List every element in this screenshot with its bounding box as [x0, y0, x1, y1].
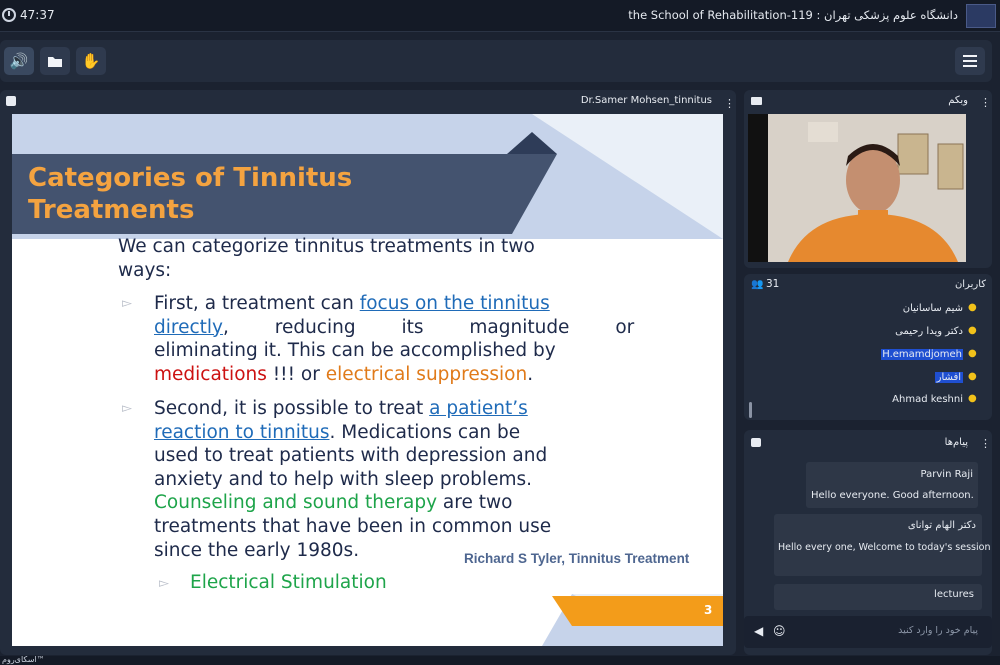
presentation-options-icon[interactable]: ⋮ [724, 97, 735, 110]
raise-hand-icon: ✋ [81, 52, 101, 70]
slide-heading-line: Treatments [28, 195, 195, 225]
slide-link: directly [154, 316, 223, 338]
bullet-text: !!! or [266, 363, 326, 385]
send-icon[interactable]: ◀ [754, 624, 763, 638]
message-sender: دکتر الهام توانای [907, 520, 976, 531]
message-text: Hello every one, Welcome to today's sess… [778, 542, 991, 553]
bullet-text: , reducing its magnitude or [222, 316, 635, 338]
menu-button[interactable] [955, 47, 985, 75]
message-bubble: Parvin Raji Hello everyone. Good afterno… [806, 462, 978, 508]
footer-bar [0, 656, 1000, 665]
room-title: the School of Rehabilitation-119 : دانشگ… [628, 8, 958, 22]
slide-bullet-2: Second, it is possible to treat a patien… [154, 397, 596, 562]
bullet-text: anxiety and to help with sleep problems. [154, 468, 532, 490]
raise-hand-button[interactable]: ✋ [76, 47, 106, 75]
message-text: lectures [934, 589, 974, 600]
user-row[interactable]: H.emamdjomeh ● [881, 344, 978, 364]
presentation-lock-icon [6, 96, 16, 106]
users-title: کاربران [954, 279, 986, 290]
intro-line: ways: [118, 259, 172, 281]
user-icon: ● [968, 302, 977, 313]
webcam-video [748, 114, 966, 262]
bullet-text: . [527, 363, 534, 385]
slide-link: a patient’s [429, 398, 528, 419]
highlight-orange-text: electrical suppression [325, 363, 528, 385]
messages-options-icon[interactable]: ⋮ [980, 437, 991, 450]
speaker-button[interactable]: 🔊 [4, 47, 34, 75]
chat-icon [751, 438, 761, 447]
camera-icon [751, 97, 762, 105]
slide-heading-line: Categories of Tinnitus [28, 163, 353, 193]
slide-link: focus on the tinnitus [359, 293, 550, 314]
sub-bullet: Electrical Stimulation [190, 572, 387, 593]
message-bubble: دکتر الهام توانای Hello every one, Welco… [774, 514, 990, 576]
toolbar [0, 40, 992, 82]
speaker-icon: 🔊 [9, 52, 29, 70]
message-bubble: lectures [774, 584, 982, 610]
bullet-arrow-icon: ▻ [122, 401, 132, 416]
slide-link: reaction to tinnitus [154, 421, 330, 443]
user-row[interactable]: Ahmad keshni ● [892, 389, 978, 409]
slide-page-number: 3 [704, 603, 713, 617]
messages-title: پیام‌ها [944, 437, 968, 448]
message-text: Hello everyone. Good afternoon. [811, 490, 974, 501]
users-count: 31 [766, 278, 780, 290]
clock-icon [2, 8, 16, 22]
bullet-text: eliminating it. This can be accomplished… [154, 340, 556, 362]
hamburger-menu-icon [963, 55, 977, 67]
user-row[interactable]: دکتر ویدا رحیمی ● [895, 321, 978, 341]
message-input[interactable]: پیام خود را وارد کنید [898, 625, 978, 636]
bullet-arrow-icon: ▻ [159, 576, 169, 591]
university-logo [966, 4, 996, 28]
presentation-title: Dr.Samer Mohsen_tinnitus [580, 95, 712, 106]
users-icon: 👥 [751, 279, 764, 290]
user-name: H.emamdjomeh [881, 348, 963, 360]
user-icon: ● [968, 325, 977, 336]
slide-heading: Categories of Tinnitus Treatments [28, 162, 352, 226]
slide-bullet-1: First, a treatment can focus on the tinn… [154, 292, 634, 386]
slide-intro: We can categorize tinnitus treatments in… [118, 235, 598, 282]
bullet-text: . Medications can be [329, 421, 521, 443]
bullet-text: treatments that have been in common use [154, 515, 552, 537]
webcam-title: وبکم [948, 95, 968, 106]
user-icon: ● [968, 393, 977, 404]
bullet-text: used to treat patients with depression a… [154, 445, 548, 467]
bullet-text: First, a treatment can [154, 293, 360, 314]
user-name: شیم ساسانیان [902, 302, 963, 314]
bullet-text: are two [437, 492, 513, 514]
webcam-options-icon[interactable]: ⋮ [980, 96, 991, 109]
folder-icon [48, 57, 62, 67]
highlight-red-text: medications [154, 363, 267, 385]
slide-citation: Richard S Tyler, Tinnitus Treatment [464, 551, 690, 566]
files-button[interactable] [40, 47, 70, 75]
footer-brand: اسکای‌روم™ [2, 655, 45, 664]
user-icon: ● [968, 348, 977, 359]
user-row[interactable]: افشار ● [934, 367, 978, 387]
user-row[interactable]: شیم ساسانیان ● [903, 298, 978, 318]
highlight-green-text: Counseling and sound therapy [154, 492, 438, 514]
session-timer: 47:37 [20, 8, 55, 22]
message-sender: Parvin Raji [920, 469, 973, 480]
users-scrollbar[interactable] [749, 402, 752, 418]
webcam-person-image [748, 114, 966, 262]
intro-line: We can categorize tinnitus treatments in… [118, 236, 535, 257]
presentation-slide: Categories of Tinnitus Treatments We can… [12, 114, 723, 646]
bullet-arrow-icon: ▻ [122, 296, 132, 311]
user-icon: ● [968, 371, 977, 382]
bullet-text: Second, it is possible to treat [154, 398, 430, 419]
user-name: Ahmad keshni [892, 393, 963, 405]
user-name: دکتر ویدا رحیمی [895, 325, 963, 337]
user-name: افشار [934, 371, 963, 383]
emoji-icon[interactable]: ☺ [773, 624, 786, 638]
